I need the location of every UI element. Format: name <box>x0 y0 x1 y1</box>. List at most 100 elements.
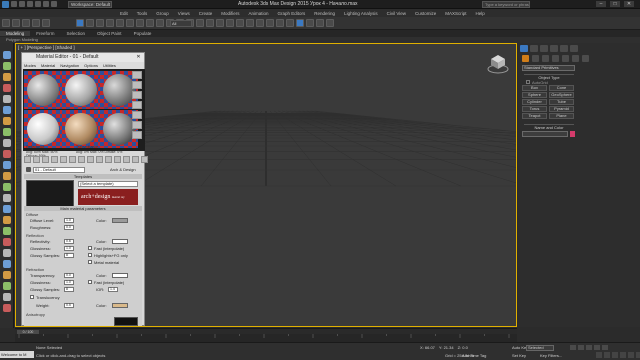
scene-explorer-tool-icon[interactable] <box>3 216 11 224</box>
scene-explorer-tool-icon[interactable] <box>3 282 11 290</box>
transparency-spinner[interactable]: 0.0 <box>64 273 74 278</box>
scene-explorer-tool-icon[interactable] <box>3 84 11 92</box>
roughness-spinner[interactable]: 0.0 <box>64 225 74 230</box>
me-menu-utilities[interactable]: Utilities <box>103 63 116 68</box>
menu-graph-editors[interactable]: Graph Editors <box>278 11 306 16</box>
menu-civil-view[interactable]: Civil View <box>387 11 406 16</box>
edit-named-sets-icon[interactable] <box>226 19 234 27</box>
viewport-label[interactable]: [ + ] [Perspective ] [Shaded ] <box>18 45 75 50</box>
me-menu-options[interactable]: Options <box>84 63 98 68</box>
space-warps-icon[interactable] <box>572 55 579 62</box>
make-unique-icon[interactable] <box>69 156 76 163</box>
glossy-samples-spinner[interactable]: 8 <box>64 253 74 258</box>
material-type-button[interactable]: Arch & Design <box>110 166 136 173</box>
put-to-scene-icon[interactable] <box>33 156 40 163</box>
ribbon-tab-populate[interactable]: Populate <box>128 31 158 36</box>
material-editor-icon[interactable] <box>296 19 304 27</box>
key-mode-dropdown[interactable]: Selected <box>526 345 554 351</box>
menu-animation[interactable]: Animation <box>249 11 269 16</box>
create-plane-button[interactable]: Plane <box>549 113 574 119</box>
close-icon[interactable]: ✕ <box>134 54 143 61</box>
template-dropdown[interactable]: (Select a template) <box>78 181 138 187</box>
render-setup-icon[interactable] <box>306 19 314 27</box>
material-sample-slot[interactable] <box>24 110 62 148</box>
add-time-tag-button[interactable]: Add Time Tag <box>462 353 486 358</box>
scene-explorer-tool-icon[interactable] <box>3 271 11 279</box>
redo-icon[interactable] <box>43 1 49 7</box>
templates-rollout-header[interactable]: Templates <box>24 174 142 179</box>
select-scale-icon[interactable] <box>136 19 144 27</box>
previous-frame-icon[interactable] <box>578 345 584 350</box>
object-color-swatch[interactable] <box>570 131 575 137</box>
menu-customize[interactable]: Customize <box>415 11 436 16</box>
material-editor-title[interactable]: Material Editor - 01 - Default <box>22 53 144 62</box>
go-to-start-icon[interactable] <box>570 345 576 350</box>
lights-icon[interactable] <box>542 55 549 62</box>
zoom-icon[interactable] <box>596 352 602 358</box>
mirror-icon[interactable] <box>236 19 244 27</box>
modify-tab-icon[interactable] <box>530 45 538 52</box>
weight-spinner[interactable]: 0.5 <box>64 303 74 308</box>
menu-rendering[interactable]: Rendering <box>314 11 335 16</box>
new-file-icon[interactable] <box>11 1 17 7</box>
show-end-result-icon[interactable] <box>105 156 112 163</box>
object-name-field[interactable] <box>522 131 568 137</box>
reference-coord-icon[interactable] <box>146 19 154 27</box>
align-icon[interactable] <box>246 19 254 27</box>
ribbon-tab-object-paint[interactable]: Object Paint <box>91 31 128 36</box>
rectangular-region-icon[interactable] <box>96 19 104 27</box>
zoom-extents-icon[interactable] <box>612 352 618 358</box>
select-object-icon[interactable] <box>76 19 84 27</box>
scene-explorer-icon[interactable] <box>266 19 274 27</box>
ribbon-tab-modeling[interactable]: Modeling <box>0 31 31 36</box>
backlight-icon[interactable] <box>132 81 142 89</box>
scene-explorer-tool-icon[interactable] <box>3 51 11 59</box>
display-tab-icon[interactable] <box>560 45 568 52</box>
key-filters-button[interactable]: Key Filters... <box>540 353 562 358</box>
spinner-snap-icon[interactable] <box>216 19 224 27</box>
copy-material-icon[interactable] <box>60 156 67 163</box>
reflection-color-swatch[interactable] <box>112 239 128 244</box>
scene-explorer-tool-icon[interactable] <box>3 117 11 125</box>
select-by-name-icon[interactable] <box>86 19 94 27</box>
name-color-rollout-header[interactable]: Name and Color <box>524 124 574 130</box>
refraction-glossiness-spinner[interactable]: 1.0 <box>64 280 74 285</box>
eyedropper-icon[interactable] <box>26 167 31 172</box>
undo-icon[interactable] <box>2 19 10 27</box>
ribbon-tab-selection[interactable]: Selection <box>61 31 92 36</box>
make-preview-icon[interactable] <box>132 121 142 129</box>
shapes-icon[interactable] <box>532 55 539 62</box>
scene-explorer-tool-icon[interactable] <box>3 139 11 147</box>
play-icon[interactable] <box>586 345 592 350</box>
fast-interpolate-checkbox[interactable] <box>88 246 92 250</box>
motion-tab-icon[interactable] <box>550 45 558 52</box>
primitive-type-dropdown[interactable]: Standard Primitives <box>522 65 575 71</box>
create-torus-button[interactable]: Torus <box>522 106 547 112</box>
menu-maxscript[interactable]: MAXScript <box>445 11 466 16</box>
diffuse-level-spinner[interactable]: 1.0 <box>64 218 74 223</box>
uv-tiling-icon[interactable] <box>132 101 142 109</box>
material-name-field[interactable]: 01 - Default <box>33 166 85 173</box>
menu-group[interactable]: Group <box>156 11 169 16</box>
create-sphere-button[interactable]: Sphere <box>522 92 547 98</box>
material-navigator-icon[interactable] <box>141 156 148 163</box>
select-rotate-icon[interactable] <box>126 19 134 27</box>
next-frame-icon[interactable] <box>594 345 600 350</box>
undo-icon[interactable] <box>35 1 41 7</box>
go-to-end-icon[interactable] <box>602 345 608 350</box>
open-file-icon[interactable] <box>19 1 25 7</box>
create-teapot-button[interactable]: Teapot <box>522 113 547 119</box>
scene-explorer-tool-icon[interactable] <box>3 249 11 257</box>
unlink-icon[interactable] <box>32 19 40 27</box>
scene-explorer-tool-icon[interactable] <box>3 183 11 191</box>
refraction-fast-checkbox[interactable] <box>88 280 92 284</box>
scene-explorer-tool-icon[interactable] <box>3 128 11 136</box>
scene-explorer-tool-icon[interactable] <box>3 194 11 202</box>
pivot-center-icon[interactable] <box>156 19 164 27</box>
scene-explorer-tool-icon[interactable] <box>3 172 11 180</box>
highlights-fg-checkbox[interactable] <box>88 253 92 257</box>
pan-icon[interactable] <box>628 352 634 358</box>
metal-material-checkbox[interactable] <box>88 260 92 264</box>
orbit-icon[interactable] <box>636 352 640 358</box>
background-icon[interactable] <box>132 91 142 99</box>
